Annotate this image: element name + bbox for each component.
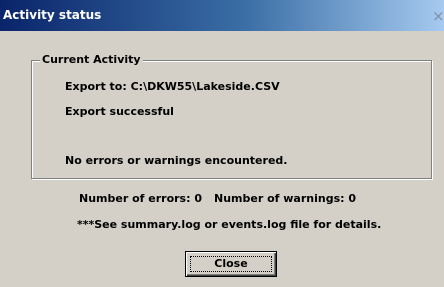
export-status-text: Export successful <box>65 105 174 118</box>
activity-status-window: Activity status × Current Activity Expor… <box>0 0 444 287</box>
errors-message-text: No errors or warnings encountered. <box>65 154 288 167</box>
current-activity-group: Current Activity Export to: C:\DKW55\Lak… <box>31 53 432 179</box>
title-bar[interactable]: Activity status × <box>0 0 444 31</box>
window-title: Activity status <box>3 8 102 22</box>
group-label: Current Activity <box>40 53 143 66</box>
close-button-label: Close <box>214 257 248 270</box>
log-details-note: ***See summary.log or events.log file fo… <box>77 218 382 231</box>
close-icon[interactable]: × <box>432 6 444 26</box>
error-count-text: Number of errors: 0 <box>79 192 202 205</box>
warning-count-text: Number of warnings: 0 <box>214 192 357 205</box>
close-button[interactable]: Close <box>185 251 277 277</box>
export-path-text: Export to: C:\DKW55\Lakeside.CSV <box>65 80 280 93</box>
